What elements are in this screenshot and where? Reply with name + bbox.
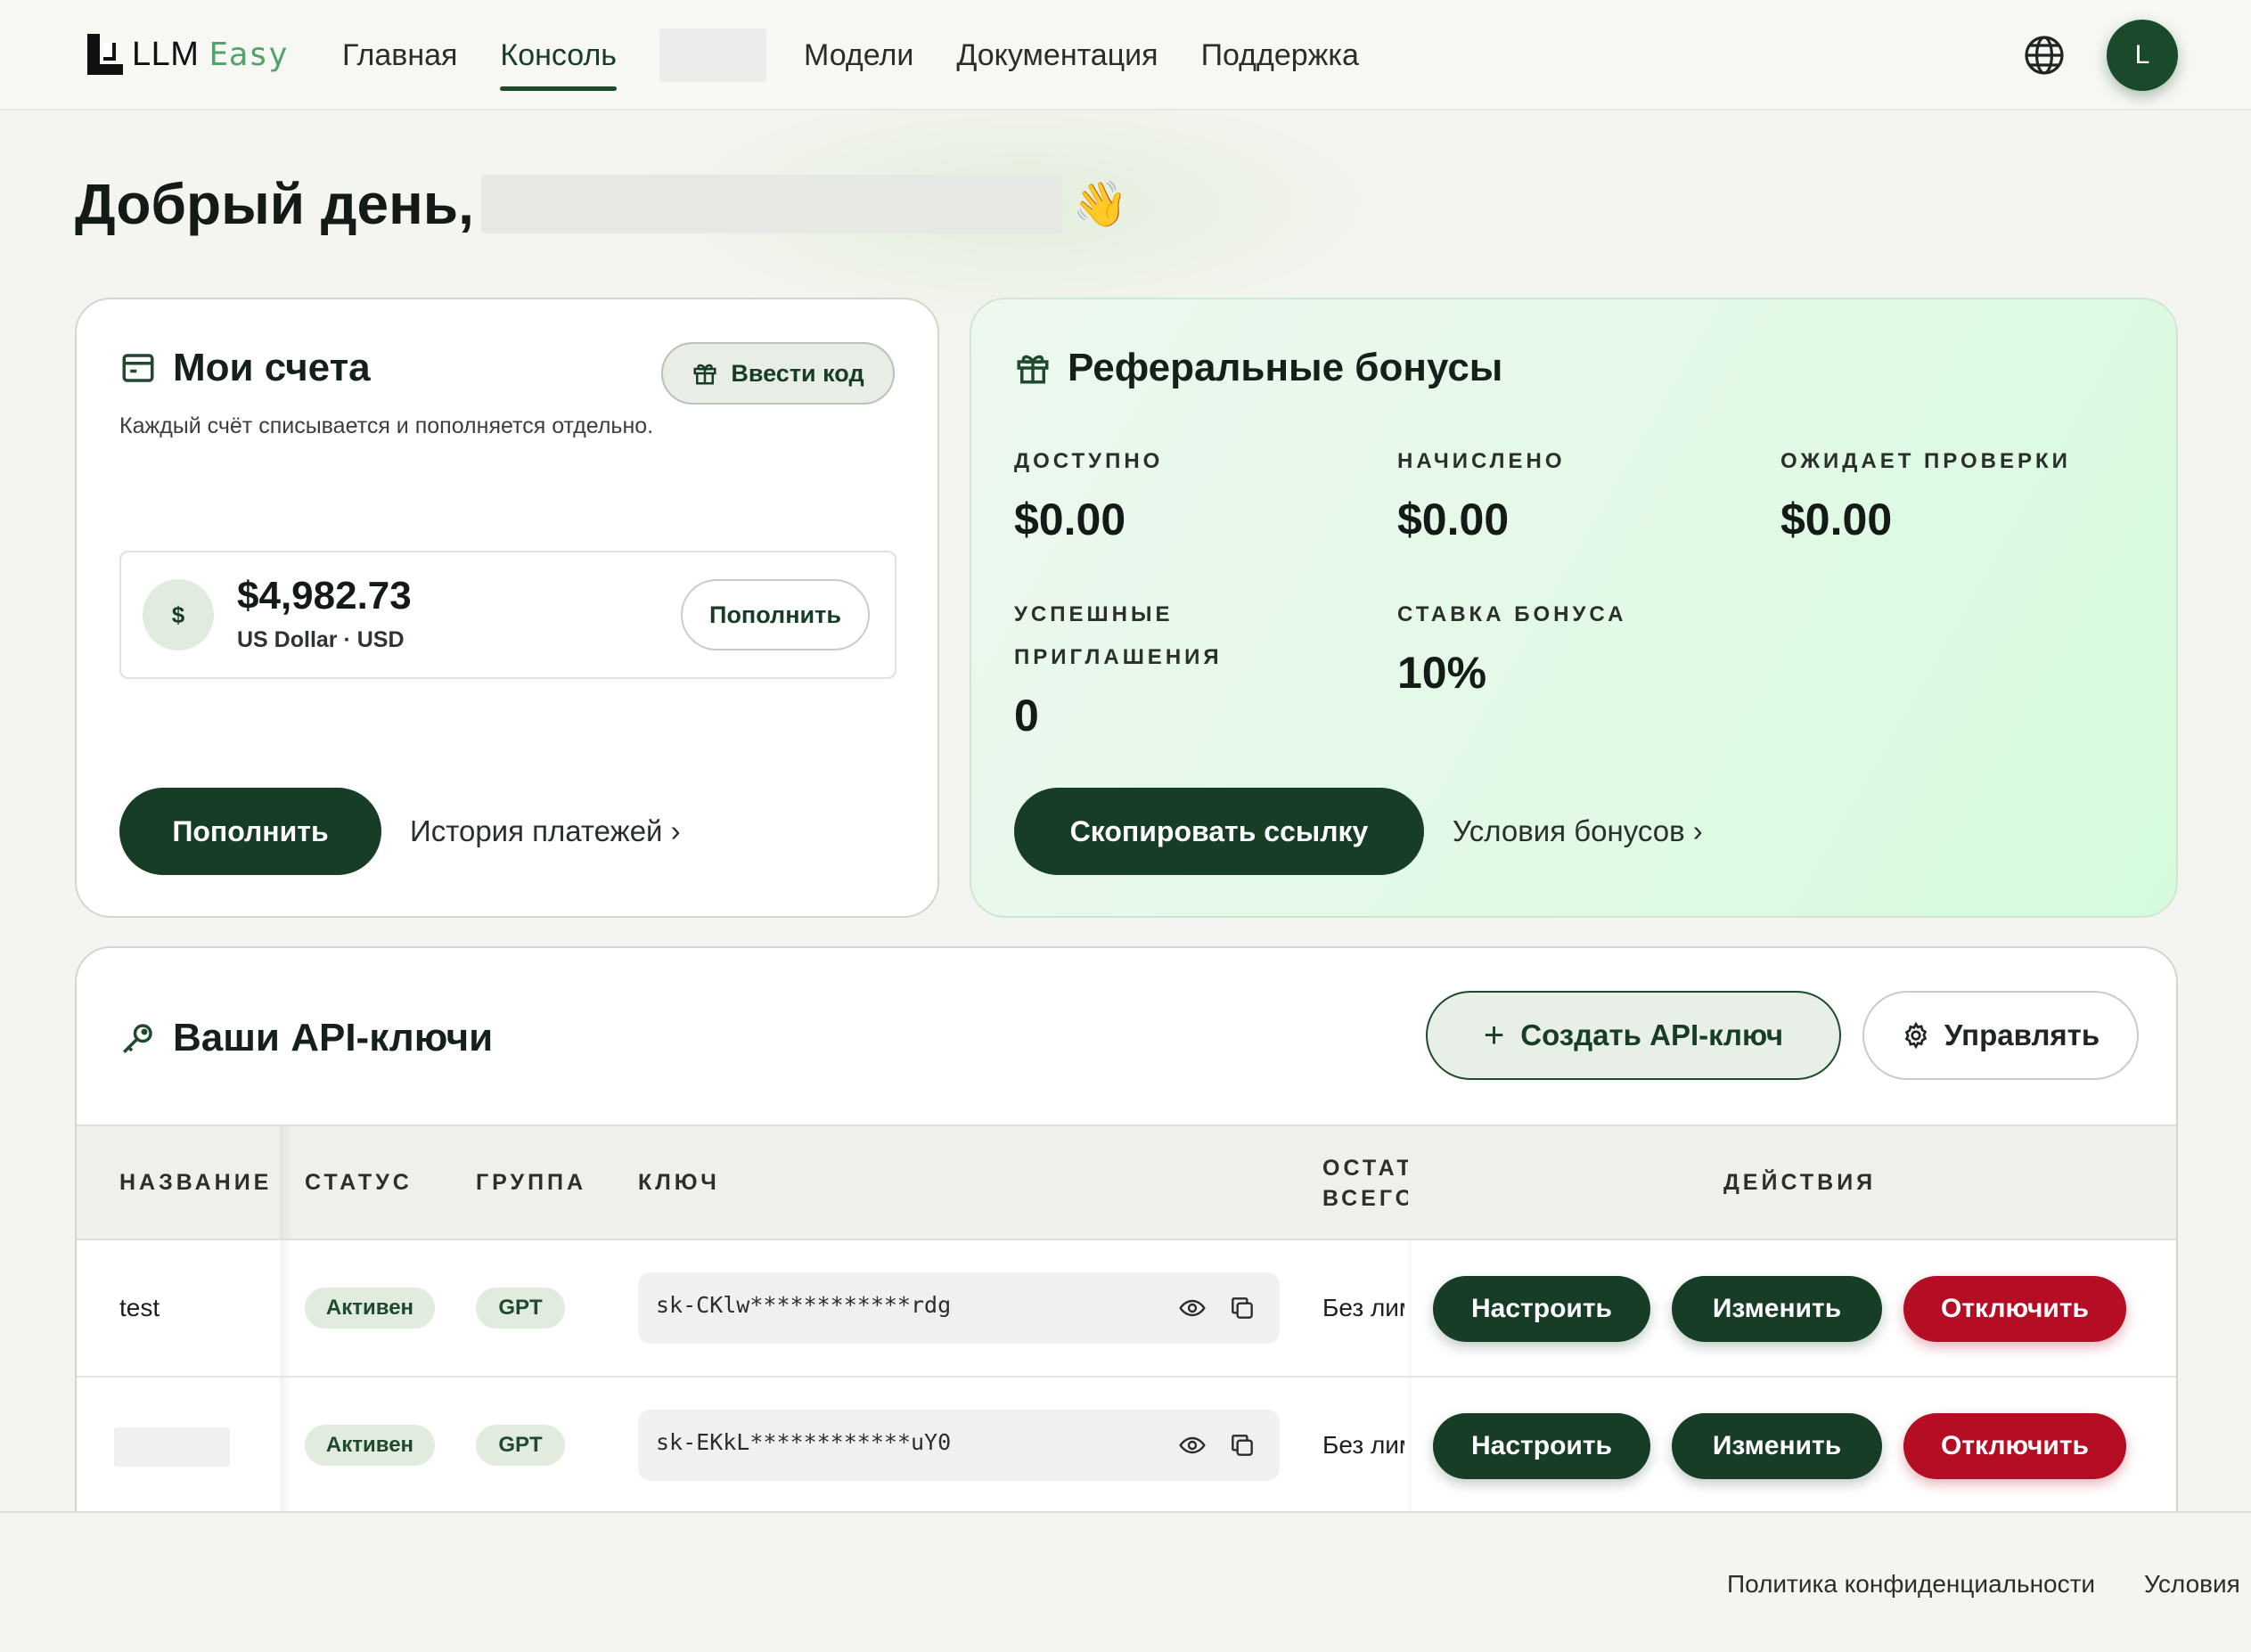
nav-item-models[interactable]: Модели bbox=[804, 0, 913, 110]
key-name-redacted bbox=[114, 1427, 230, 1467]
column-remaining: ОСТАТОК ВСЕГО bbox=[1322, 1156, 1408, 1211]
column-name: НАЗВАНИЕ bbox=[119, 1170, 273, 1195]
status-badge: Активен bbox=[305, 1288, 435, 1329]
eye-icon[interactable] bbox=[1178, 1431, 1207, 1460]
api-key-value: sk-EKkL************uY0 bbox=[656, 1429, 952, 1455]
available-label: ДОСТУПНО bbox=[1014, 449, 1164, 473]
column-status: СТАТУС bbox=[305, 1170, 413, 1195]
key-icon bbox=[123, 1024, 152, 1053]
gear-icon bbox=[1904, 1021, 1928, 1050]
plus-icon: + bbox=[1483, 1015, 1505, 1055]
accrued-value: $0.00 bbox=[1397, 495, 1510, 544]
language-globe-icon[interactable] bbox=[2023, 34, 2066, 77]
username-redacted bbox=[480, 175, 1062, 233]
disable-button[interactable]: Отключить bbox=[1903, 1276, 2126, 1342]
keys-table-header: НАЗВАНИЕ СТАТУС ГРУППА КЛЮЧ ОСТАТОК ВСЕГ… bbox=[77, 1125, 2176, 1240]
table-row: test Активен GPT sk-CKlw************rdg … bbox=[77, 1240, 2176, 1378]
copy-referral-link-button[interactable]: Скопировать ссылку bbox=[1014, 788, 1424, 875]
top-navigation-bar: LLM Easy Главная Консоль Модели Документ… bbox=[0, 0, 2251, 110]
invites-value: 0 bbox=[1014, 691, 1039, 740]
bonus-rate-value: 10% bbox=[1397, 648, 1487, 698]
currency-name: US Dollar · USD bbox=[237, 627, 405, 652]
column-divider-shadow bbox=[280, 1126, 292, 1239]
payment-history-link[interactable]: История платежей › bbox=[410, 814, 681, 848]
page-footer: Политика конфиденциальности Условия bbox=[0, 1511, 2251, 1652]
api-keys-title: Ваши API-ключи bbox=[119, 1016, 493, 1060]
accrued-label: НАЧИСЛЕНО bbox=[1397, 449, 1566, 473]
logo-text: LLM Easy bbox=[132, 35, 289, 73]
enter-code-button[interactable]: Ввести код bbox=[661, 342, 895, 405]
balance-amount: $4,982.73 bbox=[237, 574, 412, 617]
edit-button[interactable]: Изменить bbox=[1672, 1276, 1882, 1342]
accounts-subtitle: Каждый счёт списывается и пополняется от… bbox=[119, 413, 654, 438]
brand-logo[interactable]: LLM Easy bbox=[87, 32, 288, 77]
referral-card: Реферальные бонусы ДОСТУПНО $0.00 НАЧИСЛ… bbox=[970, 298, 2178, 918]
column-group: ГРУППА bbox=[476, 1170, 587, 1195]
invites-label: УСПЕШНЫЕ ПРИГЛАШЕНИЯ bbox=[1014, 602, 1223, 669]
nav-item-home[interactable]: Главная bbox=[342, 0, 457, 110]
api-key-field: sk-CKlw************rdg bbox=[638, 1272, 1280, 1344]
configure-button[interactable]: Настроить bbox=[1433, 1413, 1650, 1479]
terms-link[interactable]: Условия bbox=[2144, 1570, 2240, 1599]
api-key-field: sk-EKkL************uY0 bbox=[638, 1410, 1280, 1481]
status-badge: Активен bbox=[305, 1425, 435, 1466]
nav-item-support[interactable]: Поддержка bbox=[1201, 0, 1359, 110]
configure-button[interactable]: Настроить bbox=[1433, 1276, 1650, 1342]
api-key-value: sk-CKlw************rdg bbox=[656, 1292, 952, 1318]
copy-icon[interactable] bbox=[1228, 1294, 1256, 1322]
row-actions: Настроить Изменить Отключить bbox=[1412, 1240, 2176, 1376]
column-key: КЛЮЧ bbox=[638, 1170, 720, 1195]
column-actions: ДЕЙСТВИЯ bbox=[1723, 1170, 1877, 1195]
referral-title: Реферальные бонусы bbox=[1014, 346, 1502, 390]
group-badge: GPT bbox=[476, 1288, 565, 1329]
create-api-key-button[interactable]: + Создать API-ключ bbox=[1426, 991, 1841, 1080]
main-nav: Главная Консоль Модели Документация Подд… bbox=[342, 0, 1402, 110]
group-badge: GPT bbox=[476, 1425, 565, 1466]
account-topup-button[interactable]: Пополнить bbox=[681, 579, 870, 650]
nav-item-console[interactable]: Консоль bbox=[500, 0, 617, 110]
gift-icon bbox=[1017, 355, 1049, 384]
eye-icon[interactable] bbox=[1178, 1294, 1207, 1322]
row-actions: Настроить Изменить Отключить bbox=[1412, 1378, 2176, 1513]
nav-item-redacted[interactable] bbox=[659, 29, 767, 82]
disable-button[interactable]: Отключить bbox=[1903, 1413, 2126, 1479]
logo-mark-icon bbox=[87, 34, 128, 75]
usd-account-row: $ $4,982.73 US Dollar · USD Пополнить bbox=[119, 551, 896, 679]
remaining-quota: Без лимита bbox=[1322, 1294, 1404, 1321]
edit-button[interactable]: Изменить bbox=[1672, 1413, 1882, 1479]
pending-label: ОЖИДАЕТ ПРОВЕРКИ bbox=[1780, 449, 2071, 473]
topup-button[interactable]: Пополнить bbox=[119, 788, 381, 875]
column-divider-shadow bbox=[280, 1378, 292, 1513]
manage-keys-button[interactable]: Управлять bbox=[1862, 991, 2139, 1080]
wallet-icon bbox=[122, 354, 154, 382]
column-divider-shadow bbox=[280, 1240, 292, 1376]
remaining-quota: Без лимита bbox=[1322, 1431, 1404, 1459]
user-avatar[interactable]: L bbox=[2107, 20, 2178, 91]
copy-icon[interactable] bbox=[1228, 1431, 1256, 1460]
table-row: Активен GPT sk-EKkL************uY0 Без л… bbox=[77, 1378, 2176, 1515]
privacy-policy-link[interactable]: Политика конфиденциальности bbox=[1727, 1570, 2095, 1599]
greeting-heading: Добрый день, 👋 bbox=[75, 171, 1128, 237]
pending-value: $0.00 bbox=[1780, 495, 1893, 544]
nav-item-docs[interactable]: Документация bbox=[956, 0, 1158, 110]
greeting-text: Добрый день, bbox=[75, 172, 474, 236]
key-name: test bbox=[119, 1294, 160, 1321]
accounts-title: Мои счета bbox=[119, 346, 371, 390]
actions-header-cell: ДЕЙСТВИЯ bbox=[1412, 1126, 2176, 1239]
bonus-rate-label: СТАВКА БОНУСА bbox=[1397, 602, 1627, 626]
bonus-terms-link[interactable]: Условия бонусов › bbox=[1453, 814, 1703, 848]
currency-badge: $ bbox=[143, 579, 214, 650]
available-value: $0.00 bbox=[1014, 495, 1126, 544]
waving-hand-emoji: 👋 bbox=[1072, 178, 1129, 229]
gift-icon bbox=[693, 364, 716, 385]
accounts-card: Мои счета Ввести код Каждый счёт списыва… bbox=[75, 298, 939, 918]
